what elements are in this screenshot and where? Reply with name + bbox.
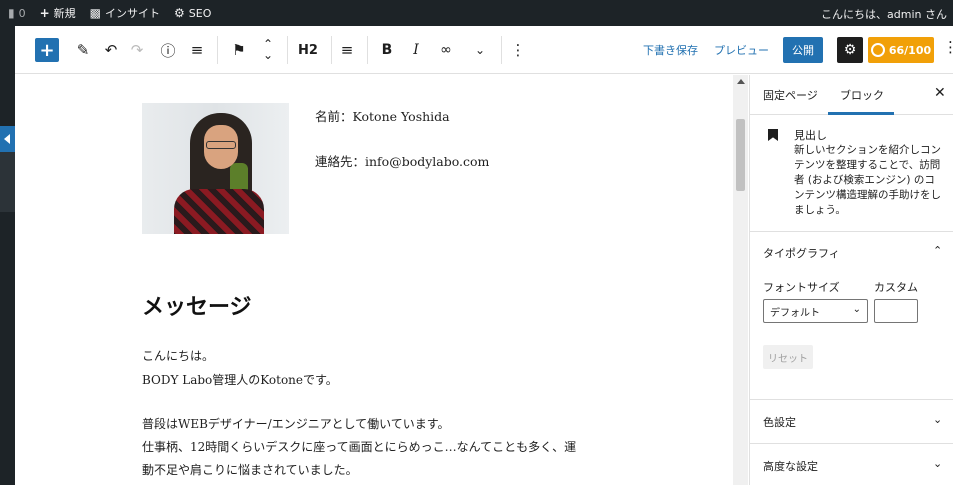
toolbar-divider — [287, 36, 288, 64]
italic-button[interactable]: I — [406, 38, 426, 62]
paragraph-line[interactable]: BODY Labo管理人のKotoneです。 — [142, 371, 338, 388]
chevron-down-icon: ⌄ — [852, 304, 861, 315]
bar-chart-icon: ▩ — [89, 6, 102, 20]
toolbar-divider — [501, 36, 502, 64]
info-icon[interactable]: ⓘ — [158, 38, 178, 62]
more-options-icon[interactable]: ⋮ — [943, 38, 953, 56]
paragraph-line[interactable]: 動不足や肩こりに悩まされていました。 — [142, 461, 358, 478]
bold-button[interactable]: B — [377, 38, 397, 62]
block-options-icon[interactable]: ⋮ — [508, 38, 528, 62]
move-up-down-icon[interactable]: ⌃ ⌄ — [258, 38, 278, 62]
redo-icon[interactable]: ↷ — [127, 38, 147, 62]
scroll-thumb[interactable] — [736, 119, 745, 191]
collapse-menu-arrow-icon[interactable] — [0, 126, 15, 152]
publish-button[interactable]: 公開 — [783, 37, 823, 63]
admin-side-menu — [0, 26, 15, 485]
scroll-up-icon[interactable] — [737, 79, 745, 84]
block-card: 見出し 新しいセクションを紹介しコンテンツを整理することで、訪問者 (および検索… — [750, 115, 953, 232]
heading-bookmark-icon — [768, 129, 778, 141]
add-block-button[interactable]: + — [35, 38, 59, 62]
block-title: 見出し — [794, 129, 827, 142]
insight-label: インサイト — [105, 7, 161, 20]
toolbar-divider — [217, 36, 218, 64]
advanced-settings-panel[interactable]: 高度な設定 ⌄ — [750, 444, 953, 485]
custom-label: カスタム — [874, 281, 918, 294]
bookmark-heading-icon[interactable]: ⚑ — [229, 38, 249, 62]
new-content-menu[interactable]: + 新規 — [40, 5, 76, 21]
chevron-down-icon: ⌄ — [933, 457, 943, 470]
tab-page[interactable]: 固定ページ — [763, 87, 818, 103]
comments-menu[interactable]: ▮ 0 — [8, 6, 26, 20]
user-greeting[interactable]: こんにちは、admin さん — [821, 6, 947, 22]
tab-block[interactable]: ブロック — [840, 87, 884, 103]
comment-icon: ▮ — [8, 6, 15, 20]
save-draft-button[interactable]: 下書き保存 — [643, 42, 698, 58]
sidebar-tabs: 固定ページ ブロック ✕ — [750, 75, 953, 115]
color-settings-panel[interactable]: 色設定 ⌄ — [750, 400, 953, 444]
typography-panel: タイポグラフィ ⌃ フォントサイズ カスタム デフォルト ⌄ リセット — [750, 232, 953, 400]
editor-canvas[interactable]: 名前：Kotone Yoshida 連絡先：info@bodylabo.com … — [15, 75, 733, 485]
admin-bar: ▮ 0 + 新規 ▩ インサイト ⚙ SEO こんにちは、admin さん — [0, 0, 953, 26]
color-settings-title: 色設定 — [763, 416, 796, 429]
settings-sidebar: 固定ページ ブロック ✕ 見出し 新しいセクションを紹介しコンテンツを整理するこ… — [749, 75, 953, 485]
font-size-label: フォントサイズ — [763, 281, 840, 294]
toolbar-divider — [367, 36, 368, 64]
paragraph-line[interactable]: 仕事柄、12時間くらいデスクに座って画面とにらめっこ…なんてことも多く、運 — [142, 438, 576, 455]
contact-line[interactable]: 連絡先：info@bodylabo.com — [315, 151, 489, 170]
font-size-select[interactable]: デフォルト ⌄ — [763, 299, 868, 323]
advanced-settings-title: 高度な設定 — [763, 460, 818, 473]
seo-score-button[interactable]: 66/100 — [868, 37, 934, 63]
link-icon[interactable]: ∞ — [434, 38, 458, 62]
plus-icon: + — [39, 6, 50, 20]
tools-pencil-icon[interactable]: ✎ — [73, 38, 93, 62]
custom-size-input[interactable] — [874, 299, 918, 323]
typography-title[interactable]: タイポグラフィ — [763, 245, 840, 261]
toolbar-divider — [331, 36, 332, 64]
block-description: 新しいセクションを紹介しコンテンツを整理することで、訪問者 (および検索エンジン… — [794, 144, 941, 216]
font-size-value: デフォルト — [770, 307, 820, 319]
seo-label: SEO — [188, 6, 212, 20]
name-line[interactable]: 名前：Kotone Yoshida — [315, 106, 450, 125]
comments-count: 0 — [18, 6, 26, 20]
profile-photo[interactable] — [142, 103, 289, 234]
settings-gear-icon[interactable]: ⚙ — [837, 37, 863, 63]
preview-button[interactable]: プレビュー — [714, 42, 769, 58]
list-view-icon[interactable]: ≡ — [187, 38, 207, 62]
paragraph-line[interactable]: こんにちは。 — [142, 347, 214, 364]
align-icon[interactable]: ≡ — [337, 38, 357, 62]
insight-menu[interactable]: ▩ インサイト — [90, 5, 160, 21]
menu-shade — [0, 152, 15, 212]
chevron-up-icon[interactable]: ⌃ — [933, 244, 942, 257]
undo-icon[interactable]: ↶ — [101, 38, 121, 62]
seo-score-icon — [870, 43, 885, 57]
reset-button[interactable]: リセット — [763, 345, 813, 369]
editor-toolbar: + ✎ ↶ ↷ ⓘ ≡ ⚑ ⌃ ⌄ H2 ≡ B I ∞ ⌄ ⋮ 下書き保存 プレ… — [15, 26, 953, 74]
message-heading[interactable]: メッセージ — [142, 289, 252, 321]
seo-gear-icon: ⚙ — [174, 6, 185, 20]
seo-score: 66/100 — [888, 43, 932, 57]
chevron-down-icon: ⌄ — [933, 413, 943, 426]
heading-level-button[interactable]: H2 — [295, 38, 321, 62]
chevron-down-icon[interactable]: ⌄ — [470, 38, 490, 62]
paragraph-line[interactable]: 普段はWEBデザイナー/エンジニアとして働いています。 — [142, 415, 450, 432]
new-label: 新規 — [53, 7, 76, 20]
canvas-scrollbar[interactable] — [733, 75, 748, 485]
seo-menu[interactable]: ⚙ SEO — [174, 6, 211, 20]
close-icon[interactable]: ✕ — [934, 85, 946, 101]
